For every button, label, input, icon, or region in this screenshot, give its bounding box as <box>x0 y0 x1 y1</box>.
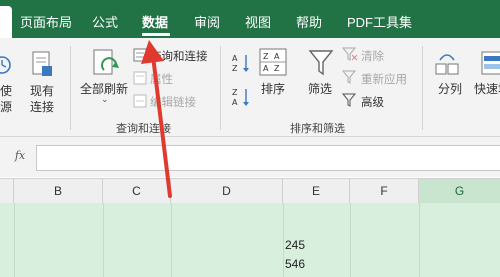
sort-descending-icon: Z A <box>232 88 249 107</box>
clear-label: 清除 <box>361 51 384 63</box>
edit-links-icon <box>133 94 147 108</box>
gridline <box>419 203 420 277</box>
cell-e-value[interactable]: 245 <box>285 238 305 252</box>
queries-connections-label: 查询和连接 <box>150 51 208 63</box>
sort-ascending-icon: A Z <box>232 54 249 73</box>
svg-text:Z: Z <box>263 52 269 61</box>
ribbon-separator <box>220 46 221 130</box>
tab-formulas[interactable]: 公式 <box>92 12 118 31</box>
reapply-label: 重新应用 <box>361 74 407 86</box>
group-label-queries: 查询和连接 <box>116 123 171 135</box>
ribbon: 使 源 现有 连接 全部刷新 ⌄ 查询和连接 属性 编辑链接 查询和连接 A Z… <box>0 38 500 137</box>
tab-page-layout[interactable]: 页面布局 <box>20 12 72 31</box>
gridline <box>103 203 104 277</box>
reapply-icon <box>342 70 357 84</box>
gridline <box>171 203 172 277</box>
fx-icon[interactable]: fx <box>8 147 32 165</box>
tab-help[interactable]: 帮助 <box>296 12 322 31</box>
tab-view[interactable]: 视图 <box>245 12 271 31</box>
flash-fill-label: 快速填 <box>474 82 500 96</box>
svg-text:Z: Z <box>232 64 238 73</box>
edit-links-label: 编辑链接 <box>150 97 196 109</box>
selected-cell-range[interactable]: 245 546 <box>0 203 500 277</box>
ribbon-separator <box>70 46 71 130</box>
column-header-e[interactable]: E <box>283 179 350 203</box>
get-data-label-1: 使 <box>0 84 13 98</box>
get-data-label-2: 源 <box>0 100 13 114</box>
column-header-c[interactable]: C <box>103 179 171 203</box>
refresh-icon <box>93 49 119 75</box>
column-header-b[interactable]: B <box>14 179 103 203</box>
chevron-down-icon: ⌄ <box>101 94 109 104</box>
column-header-f[interactable]: F <box>350 179 419 203</box>
gridline <box>283 203 284 277</box>
svg-text:A: A <box>274 52 280 61</box>
filter-icon <box>308 50 334 76</box>
svg-text:A: A <box>232 54 238 63</box>
file-tab-edge[interactable] <box>0 6 12 38</box>
properties-icon <box>133 71 147 85</box>
filter-label: 筛选 <box>308 82 333 96</box>
column-header-d[interactable]: D <box>171 179 283 203</box>
clear-filter-icon <box>342 47 358 61</box>
tab-data[interactable]: 数据 <box>142 12 168 31</box>
text-to-columns-label: 分列 <box>438 82 463 96</box>
ribbon-separator <box>422 46 423 130</box>
row-header-corner <box>0 179 14 203</box>
advanced-label: 高级 <box>361 97 384 109</box>
sort-dialog-icon: Z A A Z <box>259 48 287 76</box>
svg-text:A: A <box>263 64 269 73</box>
existing-connections-label-2: 连接 <box>30 100 55 114</box>
queries-icon <box>133 48 147 62</box>
gridline <box>14 203 15 277</box>
svg-text:Z: Z <box>274 64 280 73</box>
group-label-sort-filter: 排序和筛选 <box>290 123 345 135</box>
flash-fill-icon <box>481 51 500 75</box>
column-header-g[interactable]: G <box>419 179 500 203</box>
data-source-icon <box>0 56 11 74</box>
ribbon-tab-bar: 页面布局 公式 数据 审阅 视图 帮助 PDF工具集 <box>0 0 500 38</box>
svg-text:Z: Z <box>232 88 238 97</box>
formula-bar: fx <box>0 137 500 177</box>
gridline <box>350 203 351 277</box>
column-header-row: B C D E F G <box>0 178 500 204</box>
advanced-filter-icon <box>342 93 357 107</box>
tab-pdf-tools[interactable]: PDF工具集 <box>347 12 412 31</box>
tab-review[interactable]: 审阅 <box>194 12 220 31</box>
existing-connections-icon <box>32 51 52 76</box>
cell-e-value[interactable]: 546 <box>285 257 305 271</box>
formula-input[interactable] <box>36 145 500 171</box>
text-to-columns-icon <box>435 54 459 75</box>
active-tab-indicator <box>142 33 170 36</box>
sort-label: 排序 <box>261 82 286 96</box>
svg-text:A: A <box>232 98 238 107</box>
properties-label: 属性 <box>150 74 173 86</box>
existing-connections-label-1: 现有 <box>30 84 55 98</box>
